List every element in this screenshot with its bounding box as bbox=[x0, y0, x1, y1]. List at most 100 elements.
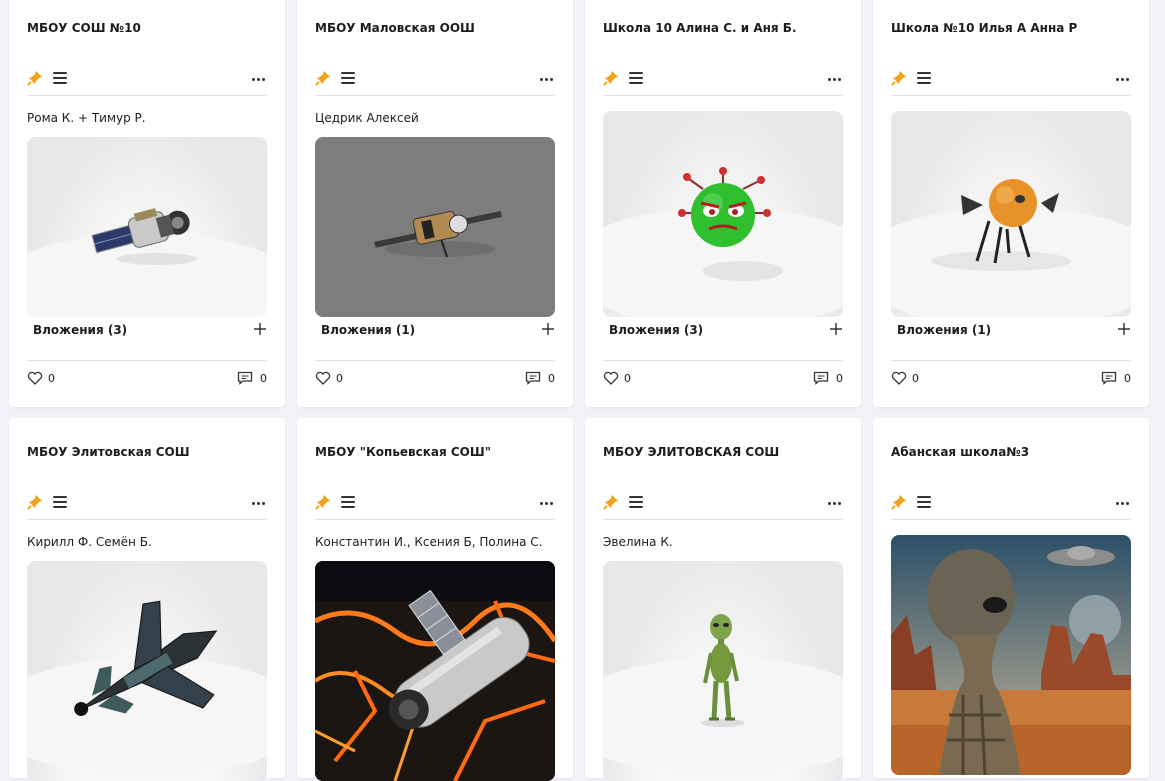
post-footer: 0 0 bbox=[603, 360, 843, 391]
attachments-label[interactable]: Вложения (3) bbox=[609, 323, 703, 337]
pin-icon[interactable] bbox=[27, 494, 43, 510]
heart-icon bbox=[891, 371, 907, 385]
plus-icon[interactable] bbox=[1117, 322, 1131, 336]
alien-figure-model bbox=[701, 614, 745, 727]
more-icon[interactable] bbox=[825, 69, 843, 87]
spaceship-model bbox=[74, 600, 218, 716]
like-count: 0 bbox=[336, 372, 343, 385]
post-image[interactable] bbox=[603, 561, 843, 781]
heart-icon bbox=[603, 371, 619, 385]
menu-icon[interactable] bbox=[341, 496, 355, 508]
pin-icon[interactable] bbox=[891, 494, 907, 510]
post-image[interactable] bbox=[891, 111, 1131, 317]
post-author: Кирилл Ф. Семён Б. bbox=[27, 535, 152, 549]
post-card[interactable]: МБОУ СОШ №10 Рома К. + Тимур Р. Вложения… bbox=[9, 0, 285, 407]
comment-icon bbox=[237, 371, 253, 385]
post-image[interactable] bbox=[27, 561, 267, 781]
post-card[interactable]: МБОУ "Копьевская СОШ" Константин И., Ксе… bbox=[297, 418, 573, 781]
like-count: 0 bbox=[48, 372, 55, 385]
post-author: Константин И., Ксения Б, Полина С. bbox=[315, 535, 543, 549]
post-title: Школа 10 Алина С. и Аня Б. bbox=[603, 21, 797, 35]
comment-count: 0 bbox=[260, 372, 267, 385]
more-icon[interactable] bbox=[537, 69, 555, 87]
post-image[interactable] bbox=[27, 137, 267, 317]
post-author: Цедрик Алексей bbox=[315, 111, 419, 125]
post-title: МБОУ ЭЛИТОВСКАЯ СОШ bbox=[603, 445, 780, 459]
comment-count: 0 bbox=[1124, 372, 1131, 385]
comment-icon bbox=[813, 371, 829, 385]
menu-icon[interactable] bbox=[53, 72, 67, 84]
post-card[interactable]: Абанская школа№3 bbox=[873, 418, 1149, 778]
post-image[interactable] bbox=[603, 111, 843, 317]
pin-icon[interactable] bbox=[315, 494, 331, 510]
more-icon[interactable] bbox=[1113, 69, 1131, 87]
post-toolbar bbox=[891, 63, 1131, 96]
post-footer: 0 0 bbox=[27, 360, 267, 391]
post-card[interactable]: МБОУ Элитовская СОШ Кирилл Ф. Семён Б. bbox=[9, 418, 285, 781]
attachments-label[interactable]: Вложения (3) bbox=[33, 323, 127, 337]
menu-icon[interactable] bbox=[53, 496, 67, 508]
pin-icon[interactable] bbox=[603, 70, 619, 86]
orange-probe-model bbox=[931, 179, 1071, 271]
post-toolbar bbox=[603, 487, 843, 520]
comment-icon bbox=[1101, 371, 1117, 385]
space-station-over-lava-image bbox=[315, 561, 555, 781]
pin-icon[interactable] bbox=[891, 70, 907, 86]
alien-desert-image bbox=[891, 535, 1131, 775]
pin-icon[interactable] bbox=[315, 70, 331, 86]
post-image[interactable] bbox=[315, 561, 555, 781]
post-card[interactable]: МБОУ ЭЛИТОВСКАЯ СОШ Эвелина К. bbox=[585, 418, 861, 781]
pin-icon[interactable] bbox=[603, 494, 619, 510]
post-card[interactable]: Школа 10 Алина С. и Аня Б. Вложения (3) … bbox=[585, 0, 861, 407]
more-icon[interactable] bbox=[249, 493, 267, 511]
post-title: МБОУ Элитовская СОШ bbox=[27, 445, 190, 459]
post-title: Абанская школа№3 bbox=[891, 445, 1030, 459]
pin-icon[interactable] bbox=[27, 70, 43, 86]
plus-icon[interactable] bbox=[541, 322, 555, 336]
post-author: Эвелина К. bbox=[603, 535, 673, 549]
green-virus-character-model bbox=[678, 167, 783, 281]
post-toolbar bbox=[315, 487, 555, 520]
plus-icon[interactable] bbox=[829, 322, 843, 336]
heart-icon bbox=[27, 371, 43, 385]
plus-icon[interactable] bbox=[253, 322, 267, 336]
menu-icon[interactable] bbox=[917, 72, 931, 84]
attachments-label[interactable]: Вложения (1) bbox=[897, 323, 991, 337]
post-title: МБОУ "Копьевская СОШ" bbox=[315, 445, 491, 459]
more-icon[interactable] bbox=[1113, 493, 1131, 511]
comment-button[interactable]: 0 bbox=[237, 370, 267, 386]
post-author: Рома К. + Тимур Р. bbox=[27, 111, 146, 125]
satellite-model bbox=[91, 208, 197, 265]
like-count: 0 bbox=[624, 372, 631, 385]
comment-button[interactable]: 0 bbox=[813, 370, 843, 386]
menu-icon[interactable] bbox=[917, 496, 931, 508]
post-image[interactable] bbox=[891, 535, 1131, 775]
post-toolbar bbox=[27, 487, 267, 520]
more-icon[interactable] bbox=[537, 493, 555, 511]
post-image[interactable] bbox=[315, 137, 555, 317]
satellite-model bbox=[374, 210, 502, 258]
post-title: МБОУ Маловская ООШ bbox=[315, 21, 475, 35]
comment-button[interactable]: 0 bbox=[525, 370, 555, 386]
post-title: МБОУ СОШ №10 bbox=[27, 21, 141, 35]
post-card[interactable]: МБОУ Маловская ООШ Цедрик Алексей Вложен… bbox=[297, 0, 573, 407]
post-toolbar bbox=[315, 63, 555, 96]
post-footer: 0 0 bbox=[891, 360, 1131, 391]
padlet-board: МБОУ СОШ №10 Рома К. + Тимур Р. Вложения… bbox=[0, 0, 1165, 781]
more-icon[interactable] bbox=[249, 69, 267, 87]
menu-icon[interactable] bbox=[629, 72, 643, 84]
post-toolbar bbox=[603, 63, 843, 96]
post-title: Школа №10 Илья А Анна Р bbox=[891, 21, 1078, 35]
menu-icon[interactable] bbox=[629, 496, 643, 508]
post-card[interactable]: Школа №10 Илья А Анна Р Вложения (1) 0 0 bbox=[873, 0, 1149, 407]
like-count: 0 bbox=[912, 372, 919, 385]
post-toolbar bbox=[27, 63, 267, 96]
comment-count: 0 bbox=[548, 372, 555, 385]
comment-button[interactable]: 0 bbox=[1101, 370, 1131, 386]
attachments-label[interactable]: Вложения (1) bbox=[321, 323, 415, 337]
post-footer: 0 0 bbox=[315, 360, 555, 391]
menu-icon[interactable] bbox=[341, 72, 355, 84]
more-icon[interactable] bbox=[825, 493, 843, 511]
post-toolbar bbox=[891, 487, 1131, 520]
comment-count: 0 bbox=[836, 372, 843, 385]
